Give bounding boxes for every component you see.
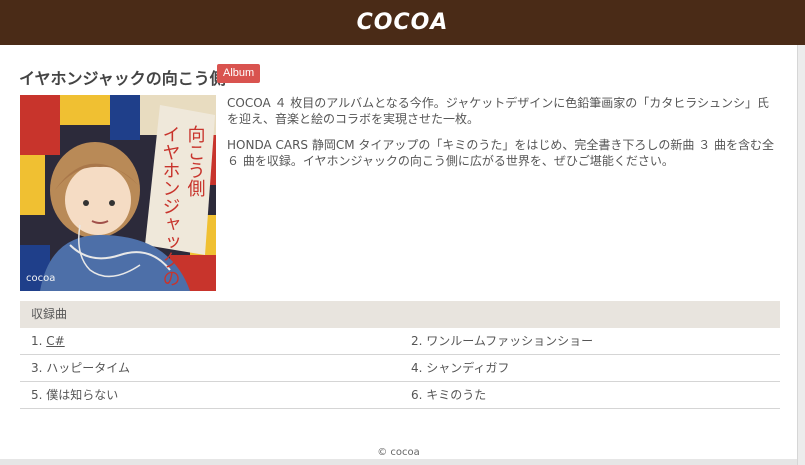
track-number: 1. (31, 334, 47, 348)
album-cover: イヤホンジャックの 向こう側 cocoa (20, 95, 216, 291)
album-badge: Album (217, 64, 261, 83)
table-row: 1. C# 2. ワンルームファッションショー (20, 328, 780, 355)
track-item: 1. C# (20, 328, 400, 354)
scrollbar[interactable] (797, 45, 805, 465)
album-cover-art: イヤホンジャックの 向こう側 cocoa (20, 95, 216, 291)
track-title: ハッピータイム (46, 361, 131, 375)
svg-text:イヤホンジャックの: イヤホンジャックの (160, 125, 181, 287)
track-title: ワンルームファッションショー (426, 334, 594, 348)
site-title[interactable]: COCOA (357, 10, 449, 35)
track-item: 6. キミのうた (400, 382, 780, 408)
track-number: 4. (411, 361, 427, 375)
track-number: 6. (411, 388, 427, 402)
description-paragraph: HONDA CARS 静岡CM タイアップの「キミのうた」をはじめ、完全書き下ろ… (227, 138, 775, 168)
site-header: COCOA (0, 0, 805, 45)
album-panel: イヤホンジャックの向こう側 Album イヤホンジャックの 向こう側 cocoa… (0, 45, 797, 459)
track-item: 4. シャンディガフ (400, 355, 780, 381)
track-item: 2. ワンルームファッションショー (400, 328, 780, 354)
svg-text:cocoa: cocoa (26, 273, 55, 284)
track-link[interactable]: C# (46, 334, 64, 348)
tracklist-header: 収録曲 (20, 301, 780, 328)
track-title: キミのうた (426, 388, 487, 402)
svg-text:向こう側: 向こう側 (185, 125, 206, 197)
track-item: 3. ハッピータイム (20, 355, 400, 381)
table-row: 5. 僕は知らない 6. キミのうた (20, 382, 780, 409)
track-title: シャンディガフ (426, 361, 510, 375)
track-title: 僕は知らない (46, 388, 119, 402)
footer-copyright: © cocoa (377, 447, 420, 458)
album-title: イヤホンジャックの向こう側 (19, 69, 226, 88)
description-paragraph: COCOA ４ 枚目のアルバムとなる今作。ジャケットデザインに色鉛筆画家の「カタ… (227, 96, 769, 126)
table-row: 3. ハッピータイム 4. シャンディガフ (20, 355, 780, 382)
track-item: 5. 僕は知らない (20, 382, 400, 408)
track-number: 5. (31, 388, 47, 402)
track-number: 2. (411, 334, 427, 348)
album-description: COCOA ４ 枚目のアルバムとなる今作。ジャケットデザインに色鉛筆画家の「カタ… (227, 95, 777, 179)
track-number: 3. (31, 361, 47, 375)
tracklist: 収録曲 1. C# 2. ワンルームファッションショー 3. ハッピータイム 4… (20, 301, 780, 409)
